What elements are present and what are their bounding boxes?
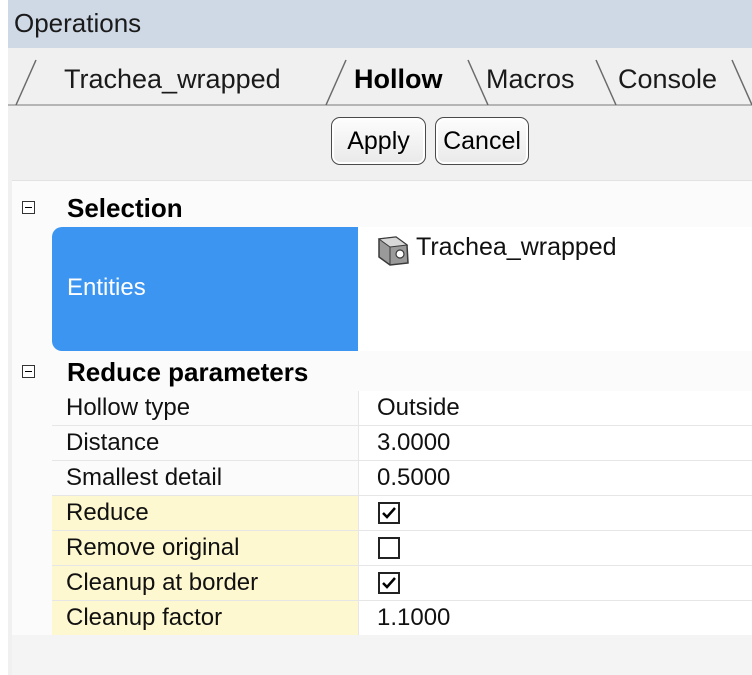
param-row-smallest-detail[interactable]: Smallest detail 0.5000 bbox=[52, 461, 752, 496]
param-row-cleanup-factor[interactable]: Cleanup factor 1.1000 bbox=[52, 601, 752, 636]
entities-label-cell[interactable]: Entities bbox=[52, 227, 358, 351]
param-value: Outside bbox=[377, 394, 460, 421]
window-titlebar: Operations bbox=[8, 0, 752, 48]
cancel-button[interactable]: Cancel bbox=[435, 117, 529, 165]
tab-strip: Trachea_wrapped Hollow Macros Console bbox=[8, 48, 752, 106]
remove-original-checkbox[interactable] bbox=[378, 537, 400, 559]
param-value: 0.5000 bbox=[377, 464, 451, 491]
entities-label: Entities bbox=[67, 274, 146, 301]
param-name: Distance bbox=[66, 429, 160, 456]
param-name: Remove original bbox=[66, 534, 240, 561]
checkmark-icon bbox=[382, 507, 396, 519]
param-name: Hollow type bbox=[66, 394, 191, 421]
entities-value-cell[interactable]: Trachea_wrapped bbox=[358, 227, 752, 351]
panel-footer bbox=[12, 635, 752, 675]
param-value: 1.1000 bbox=[377, 604, 451, 631]
part-icon bbox=[377, 236, 409, 266]
property-grid: Selection Entities Trachea_wrapped Reduc… bbox=[12, 180, 752, 636]
entities-value: Trachea_wrapped bbox=[416, 233, 617, 261]
param-name: Cleanup at border bbox=[66, 569, 259, 596]
tab-console[interactable]: Console bbox=[618, 64, 717, 95]
reduce-parameters-category-title: Reduce parameters bbox=[67, 357, 309, 387]
tab-trachea-wrapped[interactable]: Trachea_wrapped bbox=[64, 64, 281, 95]
collapse-reduce-parameters-icon[interactable] bbox=[22, 365, 35, 378]
param-name: Cleanup factor bbox=[66, 604, 223, 631]
collapse-selection-icon[interactable] bbox=[22, 201, 35, 214]
checkmark-icon bbox=[382, 577, 396, 589]
param-name: Reduce bbox=[66, 499, 149, 526]
param-row-remove-original[interactable]: Remove original bbox=[52, 531, 752, 566]
apply-button[interactable]: Apply bbox=[331, 117, 426, 165]
param-name: Smallest detail bbox=[66, 464, 223, 491]
reduce-parameters-category: Reduce parameters bbox=[12, 355, 752, 389]
selection-category: Selection bbox=[12, 191, 752, 225]
operations-panel: Trachea_wrapped Hollow Macros Console Ap… bbox=[8, 48, 752, 675]
cleanup-at-border-checkbox[interactable] bbox=[378, 572, 400, 594]
tab-macros[interactable]: Macros bbox=[486, 64, 575, 95]
param-row-reduce[interactable]: Reduce bbox=[52, 496, 752, 531]
window-title: Operations bbox=[14, 8, 142, 38]
param-row-cleanup-at-border[interactable]: Cleanup at border bbox=[52, 566, 752, 601]
param-value: 3.0000 bbox=[377, 429, 451, 456]
tab-hollow[interactable]: Hollow bbox=[354, 64, 443, 95]
selection-category-title: Selection bbox=[67, 193, 183, 223]
param-row-hollow-type[interactable]: Hollow type Outside bbox=[52, 391, 752, 426]
param-row-distance[interactable]: Distance 3.0000 bbox=[52, 426, 752, 461]
reduce-checkbox[interactable] bbox=[378, 502, 400, 524]
